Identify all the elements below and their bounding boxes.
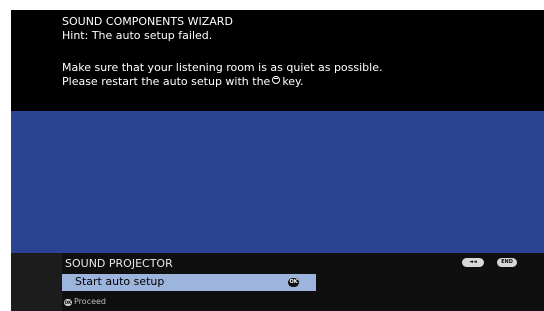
back-button[interactable]: ◄◄ bbox=[462, 258, 484, 267]
wizard-message-line-1: Make sure that your listening room is as… bbox=[62, 61, 383, 74]
return-key-icon bbox=[272, 76, 281, 84]
wizard-message-line-2: Please restart the auto setup with the ke… bbox=[62, 75, 304, 89]
end-button[interactable]: END bbox=[497, 258, 517, 267]
wizard-message-panel: SOUND COMPONENTS WIZARD Hint: The auto s… bbox=[11, 10, 544, 111]
menu-item-start-auto-setup[interactable]: Start auto setup OK bbox=[62, 274, 316, 291]
footer-hint: OK Proceed bbox=[64, 296, 106, 307]
ok-button-icon: OK bbox=[64, 299, 72, 306]
ok-button-icon: OK bbox=[288, 278, 299, 287]
footer-hint-label: Proceed bbox=[74, 297, 107, 306]
wizard-message-line-2-end: key. bbox=[282, 75, 304, 88]
wizard-message-line-2-start: Please restart the auto setup with the bbox=[62, 75, 271, 88]
wizard-hint: Hint: The auto setup failed. bbox=[62, 29, 213, 42]
tv-screen: SOUND COMPONENTS WIZARD Hint: The auto s… bbox=[0, 0, 544, 311]
menu-title: SOUND PROJECTOR bbox=[65, 257, 173, 270]
menu-item-label: Start auto setup bbox=[75, 275, 165, 288]
background-area bbox=[11, 111, 544, 253]
wizard-title: SOUND COMPONENTS WIZARD bbox=[62, 15, 233, 28]
